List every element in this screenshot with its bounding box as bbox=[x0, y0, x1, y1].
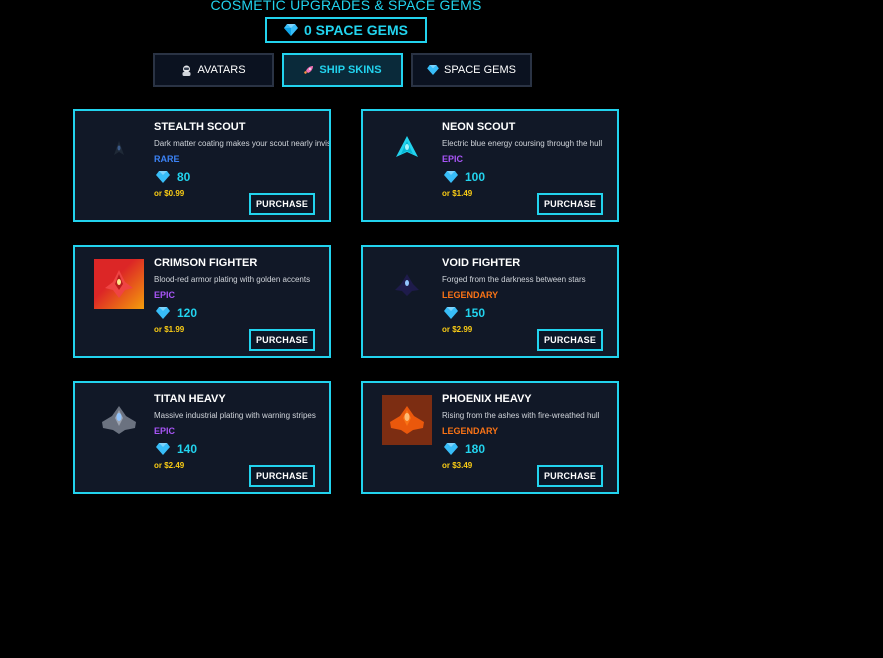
gem-price: 140 bbox=[156, 442, 329, 456]
gems-balance-text: 0 SPACE GEMS bbox=[304, 22, 408, 38]
product-name: STEALTH SCOUT bbox=[154, 121, 246, 133]
gem-price: 120 bbox=[156, 306, 329, 320]
gem-icon bbox=[444, 443, 458, 455]
stealth-ship-icon bbox=[94, 123, 144, 173]
gem-price-value: 80 bbox=[177, 170, 191, 184]
rarity-badge: EPIC bbox=[442, 154, 464, 164]
gem-icon bbox=[427, 65, 439, 75]
gems-balance: 0 SPACE GEMS bbox=[265, 17, 427, 43]
product-card: VOID FIGHTER Forged from the darkness be… bbox=[361, 245, 619, 358]
astronaut-icon bbox=[182, 65, 191, 76]
rarity-badge: RARE bbox=[154, 154, 180, 164]
purchase-button[interactable]: PURCHASE bbox=[249, 329, 315, 351]
purchase-button[interactable]: PURCHASE bbox=[249, 193, 315, 215]
crimson-ship-icon bbox=[94, 259, 144, 309]
gem-price: 80 bbox=[156, 170, 329, 184]
rarity-badge: EPIC bbox=[154, 290, 176, 300]
product-description: Massive industrial plating with warning … bbox=[154, 411, 316, 420]
tab-label: SPACE GEMS bbox=[444, 64, 516, 76]
page-title: COSMETIC UPGRADES & SPACE GEMS bbox=[210, 0, 482, 13]
purchase-button[interactable]: PURCHASE bbox=[537, 329, 603, 351]
purchase-button[interactable]: PURCHASE bbox=[249, 465, 315, 487]
tab-avatars[interactable]: AVATARS bbox=[153, 53, 274, 87]
product-card: PHOENIX HEAVY Rising from the ashes with… bbox=[361, 381, 619, 494]
rarity-badge: EPIC bbox=[154, 426, 176, 436]
product-grid: STEALTH SCOUT Dark matter coating makes … bbox=[73, 109, 619, 494]
gem-price-value: 100 bbox=[465, 170, 486, 184]
gem-price: 150 bbox=[444, 306, 617, 320]
gem-icon bbox=[284, 24, 298, 36]
void-ship-icon bbox=[382, 259, 432, 309]
product-name: TITAN HEAVY bbox=[154, 393, 226, 405]
gem-icon bbox=[156, 171, 170, 183]
product-description: Rising from the ashes with fire-wreathed… bbox=[442, 411, 600, 420]
titan-ship-icon bbox=[94, 395, 144, 445]
gem-price: 100 bbox=[444, 170, 617, 184]
gem-price-value: 150 bbox=[465, 306, 486, 320]
phoenix-ship-icon bbox=[382, 395, 432, 445]
product-card: NEON SCOUT Electric blue energy coursing… bbox=[361, 109, 619, 222]
tab-space-gems[interactable]: SPACE GEMS bbox=[411, 53, 532, 87]
gem-price-value: 140 bbox=[177, 442, 198, 456]
gem-icon bbox=[156, 443, 170, 455]
gem-price-value: 180 bbox=[465, 442, 486, 456]
product-name: CRIMSON FIGHTER bbox=[154, 257, 258, 269]
gem-icon bbox=[444, 307, 458, 319]
tab-label: AVATARS bbox=[197, 64, 246, 76]
product-description: Dark matter coating makes your scout nea… bbox=[154, 139, 331, 148]
product-description: Forged from the darkness between stars bbox=[442, 275, 586, 284]
gem-price: 180 bbox=[444, 442, 617, 456]
product-card: STEALTH SCOUT Dark matter coating makes … bbox=[73, 109, 331, 222]
product-card: CRIMSON FIGHTER Blood-red armor plating … bbox=[73, 245, 331, 358]
product-description: Electric blue energy coursing through th… bbox=[442, 139, 603, 148]
neon-ship-icon bbox=[382, 123, 432, 173]
gem-price-value: 120 bbox=[177, 306, 198, 320]
purchase-button[interactable]: PURCHASE bbox=[537, 193, 603, 215]
purchase-button[interactable]: PURCHASE bbox=[537, 465, 603, 487]
rocket-icon bbox=[304, 65, 314, 74]
product-name: NEON SCOUT bbox=[442, 121, 516, 133]
rarity-badge: LEGENDARY bbox=[442, 426, 499, 436]
gem-icon bbox=[444, 171, 458, 183]
rarity-badge: LEGENDARY bbox=[442, 290, 499, 300]
tab-label: SHIP SKINS bbox=[319, 64, 382, 76]
product-name: PHOENIX HEAVY bbox=[442, 393, 532, 405]
tab-bar: AVATARS SHIP SKINS SPACE GEMS bbox=[153, 53, 532, 87]
product-card: TITAN HEAVY Massive industrial plating w… bbox=[73, 381, 331, 494]
product-description: Blood-red armor plating with golden acce… bbox=[154, 275, 311, 284]
gem-icon bbox=[156, 307, 170, 319]
product-name: VOID FIGHTER bbox=[442, 257, 521, 269]
tab-ship-skins[interactable]: SHIP SKINS bbox=[282, 53, 403, 87]
